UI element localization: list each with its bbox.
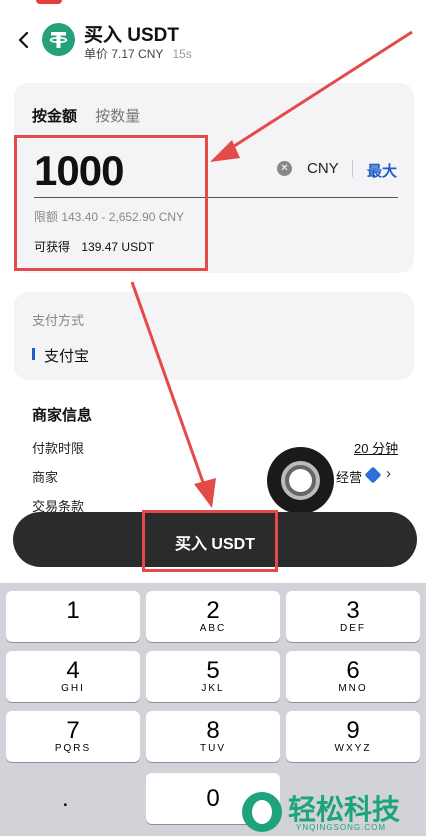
key-letters: PQRS bbox=[54, 743, 92, 754]
assistive-center bbox=[289, 469, 312, 492]
key-num: 8 bbox=[206, 717, 220, 744]
currency-label: CNY bbox=[307, 160, 339, 177]
key-num: 1 bbox=[66, 597, 80, 624]
unit-price-text: 单价 7.17 CNY bbox=[84, 47, 164, 61]
key-dot[interactable]: . bbox=[62, 785, 69, 813]
payment-method-value[interactable]: 支付宝 bbox=[44, 345, 89, 366]
tab-by-quantity[interactable]: 按数量 bbox=[95, 108, 140, 125]
assistive-touch-button[interactable] bbox=[267, 447, 334, 514]
watermark-logo: 轻松科技 YNQINGSONG.COM bbox=[240, 788, 426, 836]
merchant-section-title: 商家信息 bbox=[32, 407, 93, 424]
back-arrow-icon[interactable] bbox=[14, 26, 34, 54]
watermark-text: 轻松科技 bbox=[288, 794, 401, 825]
header: 买入 USDT 单价 7.17 CNY 15s bbox=[0, 0, 426, 74]
divider bbox=[352, 160, 353, 177]
status-indicator bbox=[36, 0, 62, 4]
key-num: 5 bbox=[206, 657, 220, 684]
chevron-right-icon[interactable]: › bbox=[386, 465, 391, 482]
countdown-timer: 15s bbox=[172, 47, 192, 61]
unit-price: 单价 7.17 CNY 15s bbox=[84, 45, 192, 62]
key-8[interactable]: 8 TUV bbox=[146, 711, 280, 762]
key-num: 3 bbox=[346, 597, 360, 624]
key-num: 9 bbox=[346, 717, 360, 744]
key-6[interactable]: 6 MNO bbox=[286, 651, 420, 702]
clear-icon[interactable]: ✕ bbox=[277, 161, 292, 176]
key-3[interactable]: 3 DEF bbox=[286, 591, 420, 642]
watermark-sub: YNQINGSONG.COM bbox=[296, 823, 387, 832]
key-letters: GHI bbox=[61, 683, 85, 694]
merchant-value[interactable]: 经营 bbox=[336, 467, 362, 486]
key-2[interactable]: 2 ABC bbox=[146, 591, 280, 642]
amount-tabs: 按金额 按数量 bbox=[32, 105, 140, 126]
key-letters: ABC bbox=[199, 623, 227, 634]
payment-method-label: 支付方式 bbox=[32, 313, 85, 328]
key-letters: MNO bbox=[338, 683, 368, 694]
usdt-logo-icon bbox=[42, 23, 75, 56]
key-letters: DEF bbox=[340, 623, 366, 634]
payment-time-label: 付款时限 bbox=[32, 441, 85, 456]
key-1[interactable]: 1 bbox=[6, 591, 140, 642]
key-letters: JKL bbox=[201, 683, 225, 694]
max-button[interactable]: 最大 bbox=[367, 160, 397, 181]
key-4[interactable]: 4 GHI bbox=[6, 651, 140, 702]
key-num: 7 bbox=[66, 717, 80, 744]
key-num: 6 bbox=[346, 657, 360, 684]
key-num: 4 bbox=[66, 657, 80, 684]
key-num: 2 bbox=[206, 597, 220, 624]
payment-card[interactable]: 支付方式 支付宝 bbox=[14, 292, 414, 380]
highlight-amount-box bbox=[14, 135, 208, 271]
payment-time-value: 20 分钟 bbox=[354, 441, 399, 456]
key-7[interactable]: 7 PQRS bbox=[6, 711, 140, 762]
watermark-icon bbox=[242, 792, 282, 832]
page-title: 买入 USDT bbox=[84, 25, 180, 46]
key-letters: WXYZ bbox=[334, 743, 372, 754]
key-5[interactable]: 5 JKL bbox=[146, 651, 280, 702]
merchant-label: 商家 bbox=[32, 470, 59, 485]
verified-icon bbox=[364, 466, 382, 484]
key-9[interactable]: 9 WXYZ bbox=[286, 711, 420, 762]
tab-by-amount[interactable]: 按金额 bbox=[32, 108, 77, 125]
key-letters: TUV bbox=[200, 743, 226, 754]
highlight-buy-box bbox=[142, 510, 278, 572]
payment-marker bbox=[32, 348, 35, 360]
